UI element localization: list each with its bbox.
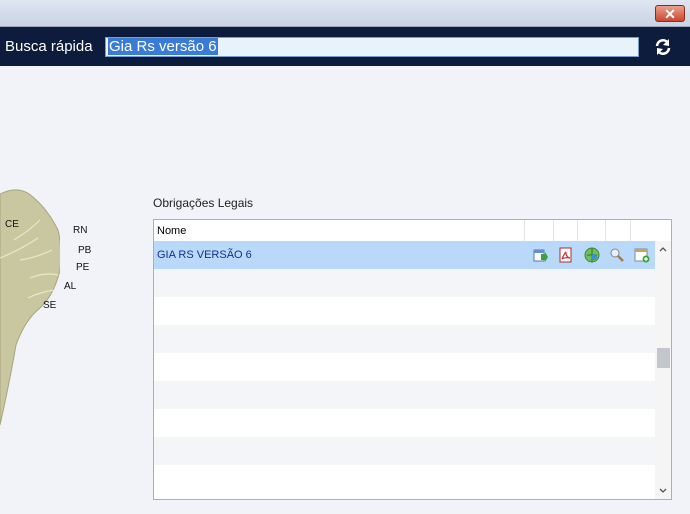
- search-icon[interactable]: [609, 247, 625, 263]
- scroll-up-icon[interactable]: [659, 246, 667, 252]
- table-row-empty: [154, 409, 655, 437]
- column-header-name[interactable]: Nome: [157, 225, 186, 237]
- vertical-scrollbar[interactable]: [655, 241, 671, 499]
- column-header-action-3: [577, 220, 606, 241]
- map-label-ce: CE: [5, 219, 19, 230]
- quick-search-bar: Busca rápida Gia Rs versão 6: [0, 27, 690, 66]
- refresh-icon[interactable]: [653, 37, 673, 57]
- close-button[interactable]: ✕: [655, 5, 685, 22]
- title-bar: ✕: [0, 0, 690, 27]
- scrollbar-thumb[interactable]: [657, 348, 670, 368]
- table-row-empty: [154, 353, 655, 381]
- section-title: Obrigações Legais: [153, 196, 254, 210]
- calendar-add-icon[interactable]: [634, 247, 650, 263]
- map-label-rn: RN: [73, 225, 88, 236]
- pdf-icon[interactable]: [558, 247, 574, 263]
- column-header-action-5: [630, 220, 656, 241]
- quick-search-input[interactable]: Gia Rs versão 6: [105, 37, 639, 57]
- table-row-empty: [154, 437, 655, 465]
- quick-search-label: Busca rápida: [5, 38, 93, 55]
- map-label-al: AL: [64, 281, 77, 292]
- grid-header: Nome: [154, 220, 671, 242]
- web-icon[interactable]: [584, 247, 600, 263]
- row-name: GIA RS VERSÃO 6: [157, 249, 252, 261]
- table-row-empty: [154, 325, 655, 353]
- table-row[interactable]: GIA RS VERSÃO 6: [154, 241, 655, 269]
- column-header-action-1: [524, 220, 554, 241]
- scroll-down-icon[interactable]: [659, 488, 667, 494]
- table-row-empty: [154, 297, 655, 325]
- map-label-pe: PE: [76, 262, 90, 273]
- table-row-empty: [154, 269, 655, 297]
- table-row-empty: [154, 465, 655, 493]
- export-icon[interactable]: [533, 247, 549, 263]
- quick-search-value: Gia Rs versão 6: [108, 38, 218, 55]
- table-row-empty: [154, 381, 655, 409]
- obligations-grid: Nome GIA RS VERSÃO 6: [153, 219, 672, 500]
- column-header-action-2: [553, 220, 578, 241]
- map-label-se: SE: [43, 300, 57, 311]
- map-label-pb: PB: [78, 245, 92, 256]
- column-header-action-4: [605, 220, 631, 241]
- close-icon: ✕: [664, 6, 676, 22]
